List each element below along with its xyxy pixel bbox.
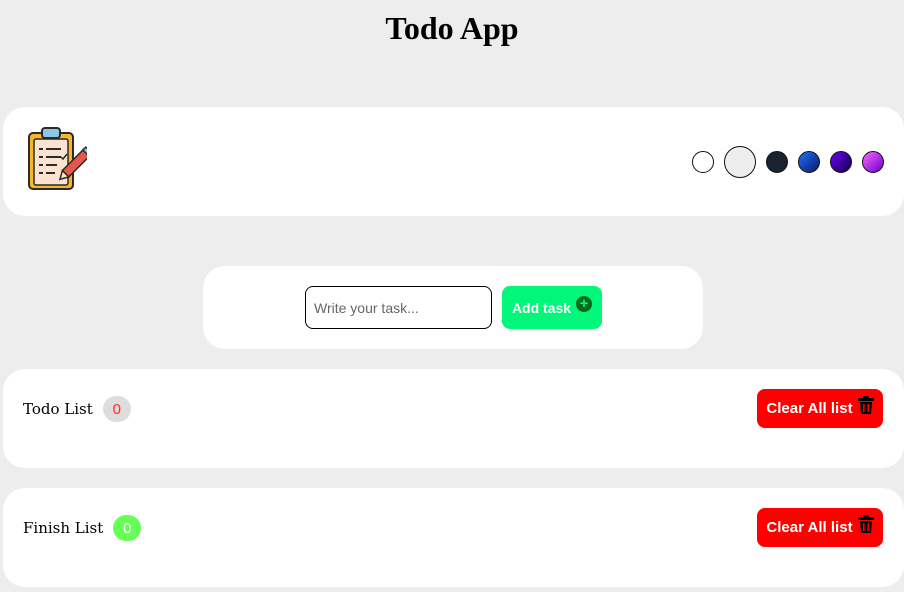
clear-finish-list-button[interactable]: Clear All list [757,508,883,547]
task-input[interactable] [305,286,492,329]
app-title: Todo App [385,10,519,46]
theme-dark-button[interactable] [766,151,788,173]
trash-icon [857,395,874,414]
plus-circle-icon: + [576,295,593,312]
theme-light-button[interactable] [724,146,756,178]
finish-list-card: Finish List 0 Clear All list [3,488,904,587]
finish-count-badge: 0 [113,515,142,541]
theme-purple-gradient-button[interactable] [830,151,852,173]
theme-blue-gradient-button[interactable] [798,151,820,173]
clear-todo-label: Clear All list [766,400,853,417]
task-form-card: Add task + [203,266,703,349]
todo-list-header: Todo List 0 [23,396,131,422]
finish-list-title: Finish List [23,519,104,537]
clipboard-checklist-pencil-icon [28,127,87,190]
add-task-label: Add task [511,299,572,316]
theme-white-button[interactable] [692,151,714,173]
todo-count-badge: 0 [102,396,131,422]
clear-todo-list-button[interactable]: Clear All list [757,389,883,428]
add-task-button[interactable]: Add task + [502,286,602,329]
theme-pink-gradient-button[interactable] [862,151,884,173]
clear-finish-label: Clear All list [766,519,853,536]
app-page: Todo App Add task + [0,0,904,592]
todo-list-title: Todo List [23,400,93,418]
header-card [3,107,904,216]
todo-list-card: Todo List 0 Clear All list [3,369,904,468]
finish-list-header: Finish List 0 [23,515,142,541]
trash-icon [857,514,874,533]
theme-selector [692,145,884,179]
